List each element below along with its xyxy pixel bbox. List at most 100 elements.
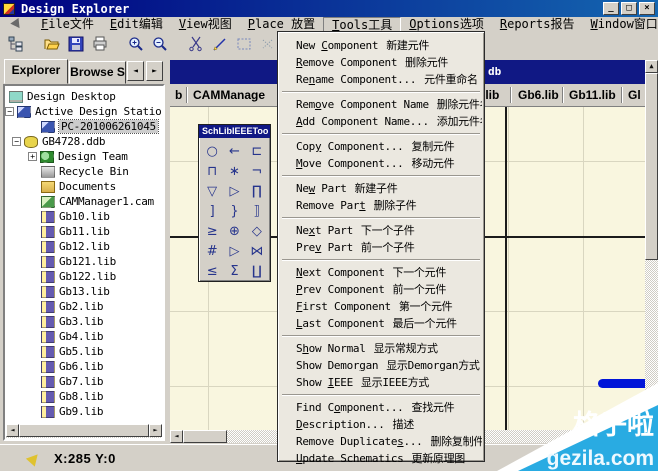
scroll-right-button[interactable]: ► <box>149 424 162 437</box>
tree-item[interactable]: Gb11.lib <box>5 224 163 239</box>
ieee-toolbar-title[interactable]: SchLibIEEEToo <box>199 125 270 138</box>
scrollbar-thumb[interactable] <box>19 424 149 437</box>
tree-item[interactable]: CAMManager1.cam <box>5 194 163 209</box>
tree-item[interactable]: Gb12.lib <box>5 239 163 254</box>
tree-item[interactable]: Gb8.lib <box>5 389 163 404</box>
tree-item[interactable]: Gb6.lib <box>5 359 163 374</box>
postponed-output-button[interactable]: ▽ <box>201 181 223 201</box>
not-connection-button[interactable]: ¬ <box>246 161 268 181</box>
hash-button[interactable]: # <box>201 241 223 261</box>
zoom-out-button[interactable] <box>148 34 172 56</box>
tree-item[interactable]: Gb3.lib <box>5 314 163 329</box>
hiz-button[interactable]: ∏ <box>246 181 268 201</box>
menu-item[interactable]: Description...描述 <box>280 416 482 433</box>
greater-equal-button[interactable]: ≥ <box>201 221 223 241</box>
menu-item[interactable]: First Component第一个元件 <box>280 298 482 315</box>
less-equal-button[interactable]: ≤ <box>201 261 223 281</box>
tree-item[interactable]: Documents <box>5 179 163 194</box>
bidirectional-button[interactable]: ⋈ <box>246 241 268 261</box>
editor-vertical-scrollbar[interactable]: ▲ ▼ <box>645 60 658 443</box>
maximize-button[interactable]: □ <box>621 2 637 15</box>
tab-browse[interactable]: Browse S <box>69 61 126 84</box>
scroll-left-button[interactable]: ◄ <box>6 424 19 437</box>
tree-item[interactable]: − GB4728.ddb <box>5 134 163 149</box>
document-tab[interactable]: b <box>175 84 182 106</box>
save-button[interactable] <box>64 34 88 56</box>
menu-item[interactable]: Show Demorgan显示Demorgan方式 <box>280 357 482 374</box>
menubar-item-place[interactable]: Place 放置 <box>240 17 323 32</box>
delay-button[interactable]: ⟧ <box>246 201 268 221</box>
document-tab[interactable]: Gb11.lib <box>569 84 616 106</box>
expand-minus-icon[interactable]: − <box>12 137 21 146</box>
tree-item[interactable]: Gb9.lib <box>5 404 163 419</box>
menu-item[interactable]: Rename Component...元件重命名 <box>280 71 482 88</box>
active-low-input-button[interactable]: ⊓ <box>201 161 223 181</box>
document-tab[interactable]: Gl <box>628 84 641 106</box>
menubar-item-options[interactable]: Options选项 <box>401 17 492 32</box>
expand-plus-icon[interactable]: + <box>28 152 37 161</box>
menubar-item-view[interactable]: View视图 <box>171 17 240 32</box>
scroll-right-button[interactable]: ► <box>632 430 645 443</box>
schmitt-button[interactable]: ∐ <box>246 261 268 281</box>
schlib-ieee-toolbar[interactable]: SchLibIEEEToo ○←⊏⊓∗¬▽▷∏]}⟧≥⊕◇#▷⋈≤Σ∐ <box>198 124 271 282</box>
scrollbar-thumb[interactable] <box>183 430 227 443</box>
menu-item[interactable]: Copy Component...复制元件 <box>280 138 482 155</box>
tree-item[interactable]: Gb2.lib <box>5 299 163 314</box>
tree-item[interactable]: Gb4.lib <box>5 329 163 344</box>
analog-signal-button[interactable]: ∗ <box>223 161 245 181</box>
design-hierarchy-button[interactable] <box>4 34 28 56</box>
tree-item[interactable]: Design Desktop <box>5 89 163 104</box>
menu-item[interactable]: Remove Duplicates...删除复制件 <box>280 433 482 450</box>
zoom-in-button[interactable] <box>124 34 148 56</box>
tab-scroll-left-button[interactable]: ◄ <box>127 61 144 81</box>
minimize-button[interactable]: _ <box>603 2 619 15</box>
tree-item[interactable]: Recycle Bin <box>5 164 163 179</box>
menu-item[interactable]: Prev Part前一个子件 <box>280 239 482 256</box>
menubar-item-edit[interactable]: Edit编辑 <box>102 17 171 32</box>
tree-item[interactable]: Gb121.lib <box>5 254 163 269</box>
tree-item[interactable]: Gb7.lib <box>5 374 163 389</box>
menu-item[interactable]: Show Normal显示常规方式 <box>280 340 482 357</box>
tab-explorer[interactable]: Explorer <box>4 59 68 84</box>
close-button[interactable]: × <box>639 2 655 15</box>
menu-item[interactable]: Update Schematics更新原理图 <box>280 450 482 467</box>
menu-item[interactable]: Last Component最后一个元件 <box>280 315 482 332</box>
tree-horizontal-scrollbar[interactable]: ◄ ► <box>6 424 162 438</box>
document-tab[interactable]: Gb6.lib <box>518 84 559 106</box>
menu-item[interactable]: Next Component下一个元件 <box>280 264 482 281</box>
scroll-up-button[interactable]: ▲ <box>645 60 658 73</box>
menu-item[interactable]: Prev Component前一个元件 <box>280 281 482 298</box>
menubar-item-file[interactable]: File文件 <box>33 17 102 32</box>
menubar-item-window[interactable]: Window窗口 <box>582 17 658 32</box>
expand-minus-icon[interactable]: − <box>5 107 14 116</box>
draw-wire-button[interactable] <box>208 34 232 56</box>
menu-item[interactable]: Show IEEE显示IEEE方式 <box>280 374 482 391</box>
menu-item[interactable]: Next Part下一个子件 <box>280 222 482 239</box>
diamond-button[interactable]: ◇ <box>246 221 268 241</box>
tree-item[interactable]: PC-201006261045 <box>5 119 163 134</box>
open-document-button[interactable] <box>40 34 64 56</box>
left-signal-flow-button[interactable]: ← <box>223 141 245 161</box>
menu-item[interactable]: Move Component...移动元件 <box>280 155 482 172</box>
selection-button[interactable] <box>232 34 256 56</box>
tree-item[interactable]: + Design Team <box>5 149 163 164</box>
clock-button[interactable]: ⊏ <box>246 141 268 161</box>
menubar-item-tools[interactable]: Tools工具 <box>323 17 401 32</box>
scrollbar-thumb[interactable] <box>645 73 658 260</box>
print-button[interactable] <box>88 34 112 56</box>
amplifier-button[interactable]: ▷ <box>223 241 245 261</box>
menu-item[interactable]: Find Component...查找元件 <box>280 399 482 416</box>
tab-scroll-right-button[interactable]: ► <box>146 61 163 81</box>
pulse-button[interactable]: } <box>223 201 245 221</box>
menu-item[interactable]: Add Component Name...添加元件名 <box>280 113 482 130</box>
menu-item[interactable]: New Component新建元件 <box>280 37 482 54</box>
tree-item[interactable]: Gb5.lib <box>5 344 163 359</box>
menu-item[interactable]: New Part新建子件 <box>280 180 482 197</box>
tree-item[interactable]: Gb122.lib <box>5 269 163 284</box>
scroll-left-button[interactable]: ◄ <box>170 430 183 443</box>
document-tab[interactable]: CAMManage <box>193 84 265 106</box>
menu-item[interactable]: Remove Component Name删除元件名 <box>280 96 482 113</box>
high-current-button[interactable]: ] <box>201 201 223 221</box>
open-collector-button[interactable]: ▷ <box>223 181 245 201</box>
menu-item[interactable]: Remove Component删除元件 <box>280 54 482 71</box>
